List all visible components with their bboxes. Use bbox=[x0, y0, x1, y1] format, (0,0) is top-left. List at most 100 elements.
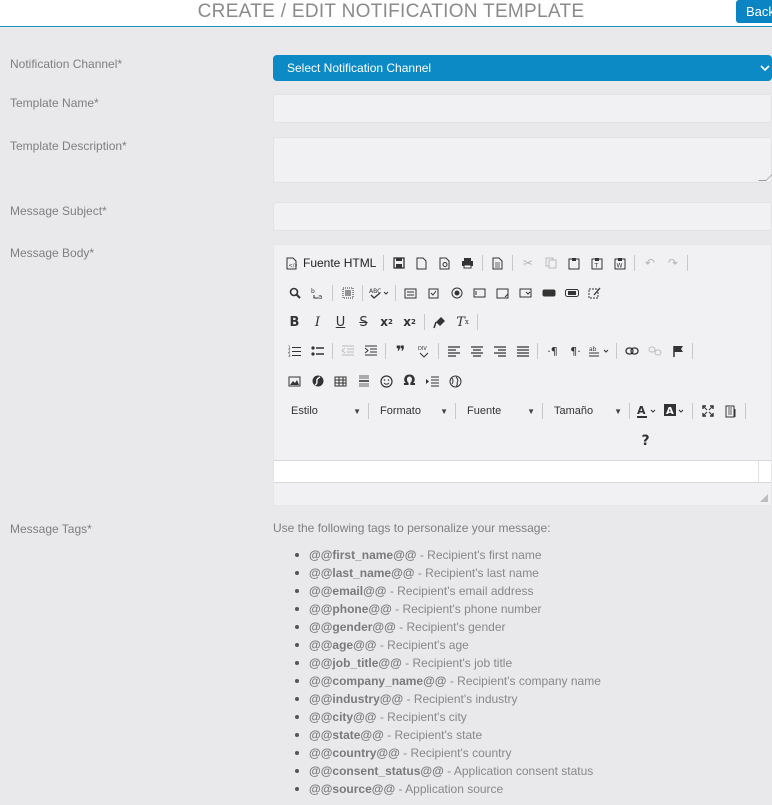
language-icon[interactable]: ab bbox=[587, 340, 613, 362]
indent-icon[interactable] bbox=[359, 340, 382, 362]
textarea-icon[interactable] bbox=[491, 282, 514, 304]
iframe-globe-icon[interactable] bbox=[444, 370, 467, 392]
image-button-icon[interactable] bbox=[560, 282, 583, 304]
hidden-field-icon[interactable] bbox=[583, 282, 606, 304]
text-color-icon[interactable]: A bbox=[633, 400, 661, 422]
source-icon[interactable]: </> bbox=[283, 252, 299, 274]
ltr-icon[interactable]: ·¶ bbox=[541, 340, 564, 362]
copy-format-icon[interactable] bbox=[428, 311, 451, 333]
tag-code: @@phone@@ bbox=[309, 602, 392, 616]
list-item: @@email@@ - Recipient's email address bbox=[293, 582, 601, 600]
resize-grip-icon[interactable] bbox=[758, 173, 772, 181]
message-subject-label: Message Subject* bbox=[10, 204, 107, 218]
paste-word-icon[interactable]: W bbox=[608, 252, 631, 274]
align-left-icon[interactable] bbox=[442, 340, 465, 362]
svg-text:3: 3 bbox=[288, 353, 291, 357]
help-button[interactable]: ? bbox=[634, 430, 657, 452]
blockquote-icon[interactable]: ❞ bbox=[389, 340, 412, 362]
templates-icon[interactable] bbox=[486, 252, 509, 274]
svg-text:</>: </> bbox=[288, 263, 297, 269]
superscript-icon[interactable]: x2 bbox=[398, 311, 421, 333]
checkbox-icon[interactable] bbox=[422, 282, 445, 304]
button-field-icon[interactable] bbox=[537, 282, 560, 304]
toolbar-separator bbox=[424, 314, 425, 330]
select-all-icon[interactable] bbox=[336, 282, 359, 304]
toolbar-separator bbox=[616, 343, 617, 359]
template-description-textarea[interactable] bbox=[273, 137, 772, 183]
toolbar-separator bbox=[482, 255, 484, 271]
toolbar-separator bbox=[629, 403, 630, 419]
flash-icon[interactable] bbox=[306, 370, 329, 392]
special-char-icon[interactable]: Ω bbox=[398, 370, 421, 392]
channel-label: Notification Channel* bbox=[10, 57, 123, 71]
tag-code: @@city@@ bbox=[309, 710, 377, 724]
anchor-flag-icon[interactable] bbox=[666, 340, 689, 362]
tag-description: - Recipient's industry bbox=[403, 692, 518, 706]
spellcheck-icon[interactable]: ABC bbox=[366, 282, 392, 304]
bold-icon[interactable]: B bbox=[283, 311, 306, 333]
style-combo-label: Estilo bbox=[291, 405, 318, 417]
table-icon[interactable] bbox=[329, 370, 352, 392]
editor-resize-grip-icon[interactable] bbox=[760, 494, 768, 502]
list-item: @@last_name@@ - Recipient's last name bbox=[293, 564, 601, 582]
paste-text-icon[interactable]: T bbox=[585, 252, 608, 274]
subscript-icon[interactable]: x2 bbox=[375, 311, 398, 333]
div-container-icon[interactable]: DIV bbox=[412, 340, 435, 362]
preview-icon[interactable] bbox=[433, 252, 456, 274]
redo-icon[interactable]: ↷ bbox=[661, 252, 684, 274]
unlink-icon[interactable] bbox=[643, 340, 666, 362]
print-icon[interactable] bbox=[456, 252, 479, 274]
new-page-icon[interactable] bbox=[410, 252, 433, 274]
paste-icon[interactable] bbox=[562, 252, 585, 274]
tag-description: - Recipient's phone number bbox=[391, 602, 542, 616]
form-icon[interactable] bbox=[399, 282, 422, 304]
align-center-icon[interactable] bbox=[465, 340, 488, 362]
page-break-icon[interactable] bbox=[421, 370, 444, 392]
template-name-input[interactable] bbox=[273, 94, 772, 123]
toolbar-row-4: 123 ❞ DIV ·¶ ¶· ab bbox=[283, 339, 696, 363]
toolbar-separator bbox=[687, 255, 689, 271]
svg-text:DIV: DIV bbox=[418, 346, 427, 352]
font-combo[interactable]: Fuente ▼ bbox=[459, 400, 539, 422]
select-field-icon[interactable] bbox=[514, 282, 537, 304]
toolbar-separator bbox=[332, 343, 333, 359]
show-blocks-icon[interactable] bbox=[719, 400, 742, 422]
bulleted-list-icon[interactable] bbox=[306, 340, 329, 362]
smiley-icon[interactable] bbox=[375, 370, 398, 392]
source-html-button[interactable]: Fuente HTML bbox=[299, 252, 380, 274]
undo-icon[interactable]: ↶ bbox=[638, 252, 661, 274]
channel-select[interactable]: Select Notification Channel bbox=[273, 55, 772, 81]
horizontal-rule-icon[interactable] bbox=[352, 370, 375, 392]
outdent-icon[interactable] bbox=[336, 340, 359, 362]
toolbar-row-5: Ω bbox=[283, 369, 467, 393]
back-button[interactable]: Back bbox=[736, 0, 772, 23]
underline-icon[interactable]: U bbox=[329, 311, 352, 333]
text-field-icon[interactable] bbox=[468, 282, 491, 304]
remove-format-icon[interactable]: Tx bbox=[451, 311, 474, 333]
background-color-icon[interactable]: A bbox=[661, 400, 689, 422]
message-subject-input[interactable] bbox=[273, 202, 772, 231]
toolbar-separator bbox=[385, 343, 386, 359]
toolbar-separator bbox=[368, 403, 369, 419]
align-justify-icon[interactable] bbox=[511, 340, 534, 362]
copy-icon[interactable] bbox=[539, 252, 562, 274]
replace-icon[interactable]: ba bbox=[306, 282, 329, 304]
numbered-list-icon[interactable]: 123 bbox=[283, 340, 306, 362]
italic-icon[interactable]: I bbox=[306, 311, 329, 333]
format-combo[interactable]: Formato ▼ bbox=[372, 400, 452, 422]
align-right-icon[interactable] bbox=[488, 340, 511, 362]
image-icon[interactable] bbox=[283, 370, 306, 392]
cut-icon[interactable]: ✂ bbox=[516, 252, 539, 274]
size-combo[interactable]: Tamaño ▼ bbox=[546, 400, 626, 422]
editor-content-area[interactable] bbox=[274, 460, 771, 483]
link-icon[interactable] bbox=[620, 340, 643, 362]
strikethrough-icon[interactable]: S bbox=[352, 311, 375, 333]
list-item: @@first_name@@ - Recipient's first name bbox=[293, 546, 601, 564]
radio-icon[interactable] bbox=[445, 282, 468, 304]
style-combo[interactable]: Estilo ▼ bbox=[283, 400, 365, 422]
rtl-icon[interactable]: ¶· bbox=[564, 340, 587, 362]
find-icon[interactable] bbox=[283, 282, 306, 304]
save-icon[interactable] bbox=[387, 252, 410, 274]
page-title: CREATE / EDIT NOTIFICATION TEMPLATE bbox=[197, 1, 585, 22]
maximize-icon[interactable] bbox=[696, 400, 719, 422]
